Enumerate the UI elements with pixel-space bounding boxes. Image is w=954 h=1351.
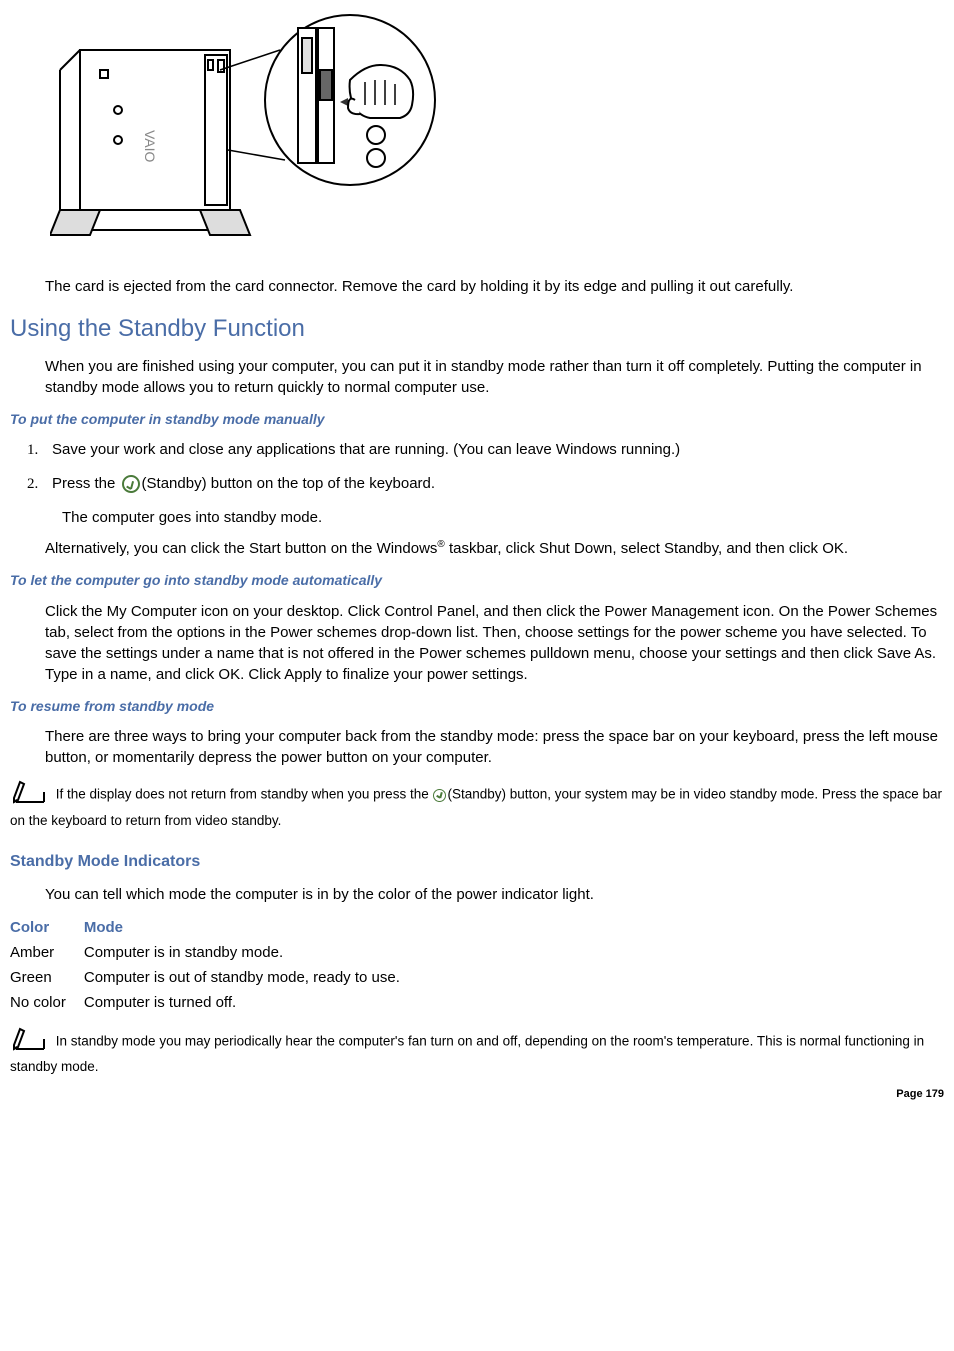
col-header-color: Color: [10, 915, 84, 940]
indicators-title: Standby Mode Indicators: [10, 851, 944, 873]
alt-prefix: Alternatively, you can click the Start b…: [45, 540, 437, 557]
resume-paragraph: There are three ways to bring your compu…: [45, 726, 944, 768]
table-row: Green Computer is out of standby mode, r…: [10, 965, 418, 990]
card-eject-figure: VAIO: [50, 10, 944, 256]
table-header-row: Color Mode: [10, 915, 418, 940]
color-cell: No color: [10, 990, 84, 1015]
intro-paragraph: When you are finished using your compute…: [45, 356, 944, 398]
subsection-resume: To resume from standby mode: [10, 697, 944, 717]
note2-text: In standby mode you may periodically hea…: [10, 1033, 924, 1074]
eject-paragraph: The card is ejected from the card connec…: [45, 276, 944, 297]
color-cell: Amber: [10, 940, 84, 965]
registered-mark: ®: [437, 539, 444, 550]
step-2-result: The computer goes into standby mode.: [62, 507, 944, 528]
step-1: Save your work and close any application…: [42, 439, 944, 461]
step-2-suffix: (Standby) button on the top of the keybo…: [142, 475, 436, 492]
pencil-note-icon: [10, 778, 50, 812]
subsection-manual: To put the computer in standby mode manu…: [10, 410, 944, 430]
pencil-note-icon: [10, 1025, 50, 1059]
table-row: No color Computer is turned off.: [10, 990, 418, 1015]
page-number: Page 179: [10, 1087, 944, 1102]
subsection-auto: To let the computer go into standby mode…: [10, 571, 944, 591]
indicators-table: Color Mode Amber Computer is in standby …: [10, 915, 418, 1015]
note-video-standby: If the display does not return from stan…: [10, 778, 944, 831]
step-2-prefix: Press the: [52, 475, 120, 492]
note1-prefix: If the display does not return from stan…: [52, 787, 432, 802]
col-header-mode: Mode: [84, 915, 418, 940]
table-row: Amber Computer is in standby mode.: [10, 940, 418, 965]
step-1-text: Save your work and close any application…: [52, 441, 680, 458]
color-cell: Green: [10, 965, 84, 990]
mode-cell: Computer is out of standby mode, ready t…: [84, 965, 418, 990]
auto-paragraph: Click the My Computer icon on your deskt…: [45, 601, 944, 685]
standby-icon: [122, 475, 140, 493]
mode-cell: Computer is in standby mode.: [84, 940, 418, 965]
mode-cell: Computer is turned off.: [84, 990, 418, 1015]
standby-icon: [433, 789, 446, 802]
alt-suffix: taskbar, click Shut Down, select Standby…: [445, 540, 848, 557]
alternative-paragraph: Alternatively, you can click the Start b…: [45, 538, 944, 559]
indicators-intro: You can tell which mode the computer is …: [45, 884, 944, 905]
svg-text:VAIO: VAIO: [142, 130, 158, 163]
note-fan: In standby mode you may periodically hea…: [10, 1025, 944, 1078]
section-title-standby: Using the Standby Function: [10, 312, 944, 346]
step-2: Press the (Standby) button on the top of…: [42, 473, 944, 495]
